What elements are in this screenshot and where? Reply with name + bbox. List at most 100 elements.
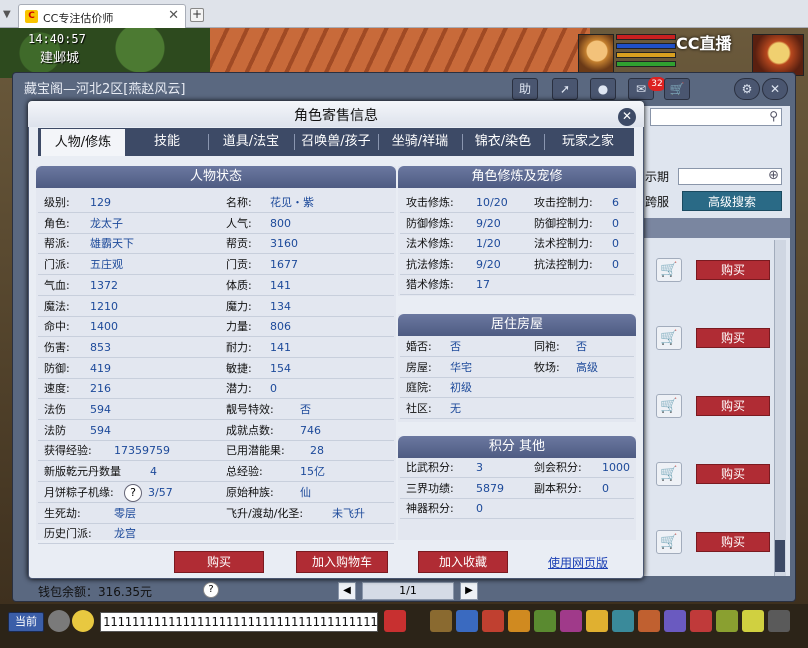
- close-tab-icon[interactable]: ✕: [168, 8, 179, 23]
- listing-buy-button[interactable]: 购买: [696, 328, 770, 348]
- skill-icon[interactable]: [508, 610, 530, 632]
- score-value: 5879: [476, 482, 504, 495]
- listing-buy-button[interactable]: 购买: [696, 260, 770, 280]
- add-to-cart-button[interactable]: 加入购物车: [296, 551, 388, 573]
- add-to-favorites-button[interactable]: 加入收藏: [418, 551, 508, 573]
- status-label: 历史门派:: [44, 527, 92, 540]
- anger-bar: [616, 52, 676, 58]
- tab-items[interactable]: 道具/法宝: [210, 128, 292, 156]
- add-to-cart-icon[interactable]: 🛒: [656, 530, 682, 554]
- status-label: 门派:: [44, 258, 70, 271]
- cultivation-value: 6: [612, 196, 619, 209]
- tab-separator: [208, 134, 209, 150]
- cultivation-value: 9/20: [476, 258, 501, 271]
- chat-input[interactable]: 11111111111111111111111111111111111111: [100, 612, 378, 632]
- dialog-title: 角色寄售信息: [294, 108, 378, 124]
- add-to-cart-icon[interactable]: 🛒: [656, 326, 682, 350]
- channel-current-button[interactable]: 当前: [8, 612, 44, 632]
- shop-icon[interactable]: [612, 610, 634, 632]
- status-label: 耐力:: [226, 341, 252, 354]
- expire-select[interactable]: ⊕: [678, 168, 782, 185]
- system-icon[interactable]: [768, 610, 790, 632]
- task-icon[interactable]: [534, 610, 556, 632]
- ranking-icon[interactable]: [664, 610, 686, 632]
- status-label: 名称:: [226, 196, 252, 209]
- cultivation-label: 攻击修炼:: [406, 196, 454, 209]
- close-window-icon[interactable]: ✕: [762, 78, 788, 100]
- score-label: 三界功绩:: [406, 482, 454, 495]
- tab-character[interactable]: 人物/修炼: [40, 128, 126, 156]
- tab-mounts[interactable]: 坐骑/祥瑞: [380, 128, 460, 156]
- record-icon[interactable]: ●: [590, 78, 616, 100]
- prev-page-button[interactable]: ◀: [338, 582, 356, 600]
- cultivation-label: 法术控制力:: [534, 237, 593, 250]
- help-button[interactable]: 助: [512, 78, 538, 100]
- friend-icon[interactable]: [586, 610, 608, 632]
- event-icon[interactable]: [638, 610, 660, 632]
- share-icon[interactable]: ➚: [552, 78, 578, 100]
- listing-row: 🛒 购买: [656, 530, 776, 554]
- buy-button[interactable]: 购买: [174, 551, 264, 573]
- bonus-icon[interactable]: [742, 610, 764, 632]
- listing-buy-button[interactable]: 购买: [696, 532, 770, 552]
- house-label: 同袍:: [534, 340, 560, 353]
- cart-icon[interactable]: 🛒: [664, 78, 690, 100]
- status-value: 15亿: [300, 465, 325, 478]
- item-bag-icon[interactable]: [430, 610, 452, 632]
- home-icon[interactable]: [716, 610, 738, 632]
- pet-portrait[interactable]: [578, 34, 614, 74]
- house-value: 否: [450, 340, 461, 353]
- new-tab-button[interactable]: +: [190, 8, 204, 22]
- gang-icon[interactable]: [560, 610, 582, 632]
- tab-outfits[interactable]: 锦衣/染色: [464, 128, 542, 156]
- advanced-search-button[interactable]: 高级搜索: [682, 191, 782, 211]
- status-value: 花见・紫: [270, 196, 314, 209]
- plus-icon[interactable]: ⊕: [768, 168, 779, 183]
- status-value: 800: [270, 217, 291, 230]
- status-label: 魔力:: [226, 300, 252, 313]
- tab-skills[interactable]: 技能: [128, 128, 206, 156]
- search-icon[interactable]: ⚲: [769, 109, 778, 123]
- cross-server-label: 跨服: [645, 195, 670, 209]
- emoji-icon[interactable]: [72, 610, 94, 632]
- house-label: 房屋:: [406, 361, 432, 374]
- browser-tab[interactable]: C CC专注估价师 ✕: [18, 4, 186, 28]
- score-value: 0: [602, 482, 609, 495]
- fight-icon[interactable]: [690, 610, 712, 632]
- listing-scrollbar[interactable]: [774, 240, 786, 576]
- player-portrait[interactable]: [752, 34, 804, 76]
- search-input[interactable]: ⚲: [650, 108, 782, 126]
- use-web-version-link[interactable]: 使用网页版: [548, 554, 608, 571]
- chat-send-icon[interactable]: [384, 610, 406, 632]
- status-value: 五庄观: [90, 258, 123, 271]
- status-label: 潜力:: [226, 382, 252, 395]
- tab-list-arrow-icon[interactable]: ▼: [3, 9, 11, 20]
- team-icon[interactable]: [456, 610, 478, 632]
- tab-pets[interactable]: 召唤兽/孩子: [296, 128, 376, 156]
- help-icon[interactable]: ?: [203, 582, 219, 598]
- listing-buy-button[interactable]: 购买: [696, 464, 770, 484]
- settings-gear-icon[interactable]: ⚙: [734, 78, 760, 100]
- pet-icon[interactable]: [482, 610, 504, 632]
- add-to-cart-icon[interactable]: 🛒: [656, 394, 682, 418]
- close-dialog-icon[interactable]: ✕: [618, 108, 636, 126]
- scrollbar-thumb[interactable]: [775, 540, 785, 572]
- help-icon[interactable]: ?: [124, 484, 142, 502]
- expire-label: 示期: [645, 170, 670, 184]
- listing-buy-button[interactable]: 购买: [696, 396, 770, 416]
- cultivation-value: 0: [612, 237, 619, 250]
- add-to-cart-icon[interactable]: 🛒: [656, 462, 682, 486]
- status-label: 命中:: [44, 320, 70, 333]
- tab-separator: [294, 134, 295, 150]
- status-value: 雄霸天下: [90, 237, 134, 250]
- window-title: 藏宝阁—河北2区[燕赵风云]: [24, 82, 186, 97]
- status-label: 法防: [44, 424, 66, 437]
- add-to-cart-icon[interactable]: 🛒: [656, 258, 682, 282]
- status-label: 新版乾元丹数量: [44, 465, 121, 478]
- cultivation-label: 猎术修炼:: [406, 278, 454, 291]
- tab-player-home[interactable]: 玩家之家: [546, 128, 630, 156]
- microphone-icon[interactable]: [48, 610, 70, 632]
- next-page-button[interactable]: ▶: [460, 582, 478, 600]
- cultivation-label: 防御修炼:: [406, 217, 454, 230]
- score-label: 比武积分:: [406, 461, 454, 474]
